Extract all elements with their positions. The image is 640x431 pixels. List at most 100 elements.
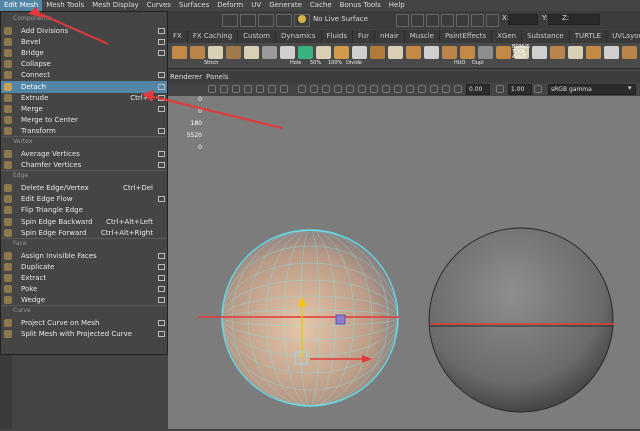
shelf-tool-icon-6[interactable]	[262, 46, 277, 59]
ipr-icon[interactable]	[426, 14, 439, 27]
render-icon[interactable]	[396, 14, 409, 27]
bookmark-icon[interactable]	[232, 85, 240, 93]
option-box-icon[interactable]	[158, 196, 165, 203]
isolate-select-icon[interactable]	[406, 85, 414, 93]
anti-alias-icon[interactable]	[394, 85, 402, 93]
view-transform-select[interactable]: sRGB gamma	[548, 84, 636, 95]
playblast-icon[interactable]	[486, 14, 499, 27]
shelf-tab[interactable]: Fluids	[322, 30, 353, 43]
menubar-item[interactable]: UV	[247, 0, 265, 11]
selected-sphere[interactable]	[221, 229, 399, 407]
shelf-tool-icon-22[interactable]	[550, 46, 565, 59]
shelf-tool-icon-9[interactable]	[316, 46, 331, 59]
menubar-item[interactable]: Mesh Display	[88, 0, 142, 11]
light-editor-icon[interactable]	[471, 14, 484, 27]
shelf-tool-icon-18[interactable]	[478, 46, 493, 59]
render-view-icon[interactable]	[411, 14, 424, 27]
option-box-icon[interactable]	[158, 320, 165, 327]
option-box-icon[interactable]	[158, 162, 165, 169]
gamma-field[interactable]: 1.00	[508, 84, 532, 95]
wireframe-on-shaded-icon[interactable]	[322, 85, 330, 93]
xray-icon[interactable]	[418, 85, 426, 93]
option-box-icon[interactable]	[158, 72, 165, 79]
viewport[interactable]	[168, 96, 640, 429]
manipulator-plane-handle[interactable]	[335, 314, 346, 325]
shelf-tab[interactable]: FX	[168, 30, 188, 43]
textured-icon[interactable]	[334, 85, 342, 93]
option-box-icon[interactable]	[158, 263, 165, 270]
shelf-tool-icon-15[interactable]	[424, 46, 439, 59]
option-box-icon[interactable]	[158, 297, 165, 304]
menubar-item[interactable]: Bonus Tools	[336, 0, 385, 11]
option-box-icon[interactable]	[158, 105, 165, 112]
shelf-tool-icon-11[interactable]	[352, 46, 367, 59]
smooth-shade-icon[interactable]	[310, 85, 318, 93]
shelf-tab[interactable]: Substance	[522, 30, 570, 43]
shelf-tab[interactable]: FX Caching	[188, 30, 239, 43]
shelf-tab[interactable]: XGen	[492, 30, 523, 43]
shelf-tool-icon-3[interactable]	[208, 46, 223, 59]
camera-icon[interactable]	[208, 85, 216, 93]
shelf-tab[interactable]: Custom	[238, 30, 276, 43]
option-box-icon[interactable]	[158, 50, 165, 57]
shelf-tool-icon-8[interactable]	[298, 46, 313, 59]
option-box-icon[interactable]	[158, 83, 165, 90]
option-box-icon[interactable]	[158, 94, 165, 101]
live-surface-label[interactable]: No Live Surface	[313, 15, 368, 23]
shelf-tool-icon-24[interactable]	[586, 46, 601, 59]
shelf-tab[interactable]: TURTLE	[570, 30, 608, 43]
option-box-icon[interactable]	[158, 274, 165, 281]
option-box-icon[interactable]	[158, 331, 165, 338]
safe-action-icon[interactable]	[280, 85, 288, 93]
wireframe-icon[interactable]	[298, 85, 306, 93]
option-box-icon[interactable]	[158, 286, 165, 292]
shelf-tool-icon-26[interactable]	[622, 46, 637, 59]
x-field[interactable]	[508, 14, 538, 25]
option-box-icon[interactable]	[158, 39, 165, 46]
menubar-item[interactable]: Curves	[143, 0, 175, 11]
menubar-item[interactable]: Deform	[213, 0, 247, 11]
shelf-tab[interactable]: PaintEffects	[440, 30, 493, 43]
resolution-gate-icon[interactable]	[268, 85, 276, 93]
shelf-tab[interactable]: nHair	[375, 30, 405, 43]
option-box-icon[interactable]	[158, 252, 165, 259]
shelf-tab[interactable]: UVLayout	[607, 30, 640, 43]
menubar-item[interactable]: Help	[385, 0, 409, 11]
panel-menu-renderer[interactable]: Renderer	[170, 71, 202, 83]
menubar-item[interactable]: Generate	[265, 0, 306, 11]
shelf-tool-icon-19[interactable]	[496, 46, 511, 59]
shelf-tool-icon-13[interactable]	[388, 46, 403, 59]
motion-blur-icon[interactable]	[382, 85, 390, 93]
shelf-tool-icon-5[interactable]	[244, 46, 259, 59]
menubar-item[interactable]: Surfaces	[175, 0, 213, 11]
menubar-item[interactable]: Edit Mesh	[0, 0, 43, 11]
shelf-tool-icon-1[interactable]	[172, 46, 187, 59]
snap-point-icon[interactable]	[258, 14, 274, 27]
gamma-icon[interactable]	[496, 85, 504, 93]
menubar-item[interactable]: Mesh Tools	[42, 0, 88, 11]
shelf-tool-icon-10[interactable]	[334, 46, 349, 59]
lights-icon[interactable]	[346, 85, 354, 93]
option-box-icon[interactable]	[158, 127, 165, 134]
shadows-icon[interactable]	[358, 85, 366, 93]
render-settings-icon[interactable]	[441, 14, 454, 27]
shelf-tab[interactable]: Fur	[353, 30, 375, 43]
shelf-tool-icon-23[interactable]	[568, 46, 583, 59]
shelf-tab[interactable]: Dynamics	[276, 30, 322, 43]
snap-grid-icon[interactable]	[222, 14, 238, 27]
image-plane-icon[interactable]	[220, 85, 228, 93]
shelf-tool-icon-25[interactable]	[604, 46, 619, 59]
exposure-icon[interactable]	[454, 85, 462, 93]
menu-item[interactable]: Split Mesh with Projected Curve	[1, 328, 167, 340]
grey-sphere[interactable]	[428, 227, 614, 413]
shelf-tool-icon-12[interactable]	[370, 46, 385, 59]
ambient-occlusion-icon[interactable]	[370, 85, 378, 93]
shelf-tool-icon-16[interactable]	[442, 46, 457, 59]
menubar-item[interactable]: Cache	[306, 0, 336, 11]
hypershade-icon[interactable]	[456, 14, 469, 27]
color-management-icon[interactable]	[534, 85, 542, 93]
grid-icon[interactable]	[244, 85, 252, 93]
option-box-icon[interactable]	[158, 151, 165, 157]
shelf-tab[interactable]: Muscle	[405, 30, 440, 43]
chevron-down-icon[interactable]: ▾	[628, 84, 632, 92]
